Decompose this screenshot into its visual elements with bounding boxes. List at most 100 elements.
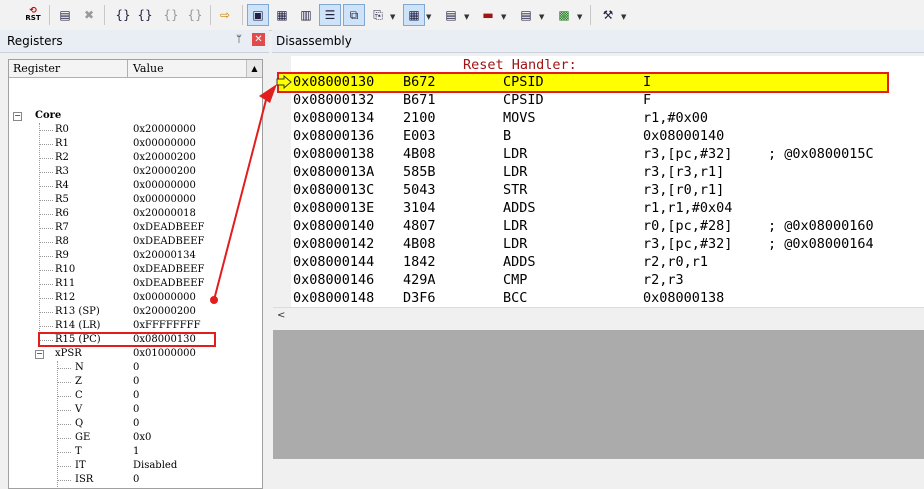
disassembly-line[interactable]: 0x0800013E 3104 ADDS r1,r1,#0x04 [293, 199, 923, 217]
register-row-xpsr[interactable]: − xPSR 0x01000000 [9, 347, 262, 361]
flag-row[interactable]: Q0 [9, 417, 262, 431]
flag-value[interactable]: 0 [133, 389, 139, 403]
step-out-icon[interactable]: {} [160, 4, 182, 26]
register-value[interactable]: 0xFFFFFFFF [133, 319, 201, 333]
register-value[interactable]: 0x20000134 [133, 249, 196, 263]
flag-value[interactable]: 0x0 [133, 431, 151, 445]
chevron-down-icon[interactable]: ▼ [621, 13, 626, 21]
call-stack-window-icon[interactable]: ⧉ [343, 4, 365, 26]
register-row[interactable]: R8 0xDEADBEEF [9, 235, 262, 249]
system-viewer-icon[interactable]: ▩ [553, 4, 575, 26]
register-row[interactable]: R5 0x00000000 [9, 193, 262, 207]
serial-window-icon[interactable]: ▤ [440, 4, 462, 26]
registers-window-icon[interactable]: ☰ [319, 4, 341, 26]
flag-value[interactable]: 0 [133, 403, 139, 417]
disassembly-line[interactable]: 0x08000134 2100 MOVS r1,#0x00 [293, 109, 923, 127]
command-window-icon[interactable]: ▣ [247, 4, 269, 26]
flag-value[interactable]: 0 [133, 417, 139, 431]
registers-tree[interactable]: Register Value ▲ − Core R0 0x20000000 R1 0x00… [8, 59, 263, 489]
disassembly-line[interactable]: 0x08000130 B672 CPSID I [293, 73, 923, 91]
close-icon[interactable]: ✕ [252, 33, 265, 46]
analysis-window-icon[interactable]: ▬ [477, 4, 499, 26]
flag-value[interactable]: Disabled [133, 459, 177, 473]
show-next-statement-icon[interactable]: ⇨ [214, 4, 236, 26]
disassembly-line[interactable]: 0x08000140 4807 LDR r0,[pc,#28] ; @0x0800016… [293, 217, 923, 235]
register-row[interactable]: R3 0x20000200 [9, 165, 262, 179]
register-row[interactable]: R2 0x20000200 [9, 151, 262, 165]
register-value[interactable]: 0x20000200 [133, 165, 196, 179]
register-value[interactable]: 0x00000000 [133, 193, 196, 207]
register-value[interactable]: 0x20000000 [133, 123, 196, 137]
disassembly-line[interactable]: 0x0800013A 585B LDR r3,[r3,r1] [293, 163, 923, 181]
flag-row[interactable]: Z0 [9, 375, 262, 389]
register-group-core[interactable]: − Core [9, 109, 262, 123]
flag-row[interactable]: IT Disabled [9, 459, 262, 473]
collapse-toggle-icon[interactable]: − [13, 112, 22, 121]
disassembly-line[interactable]: 0x08000142 4B08 LDR r3,[pc,#32] ; @0x0800016… [293, 235, 923, 253]
flag-row[interactable]: C0 [9, 389, 262, 403]
register-row[interactable]: R10 0xDEADBEEF [9, 263, 262, 277]
register-row[interactable]: R0 0x20000000 [9, 123, 262, 137]
disassembly-line[interactable]: 0x08000136 E003 B 0x08000140 [293, 127, 923, 145]
memory-window-icon[interactable]: ▦ [403, 4, 425, 26]
chevron-down-icon[interactable]: ▼ [501, 13, 506, 21]
register-value[interactable]: 0xDEADBEEF [133, 277, 204, 291]
register-row[interactable]: R1 0x00000000 [9, 137, 262, 151]
register-value[interactable]: 0x20000018 [133, 207, 196, 221]
register-value[interactable]: 0x20000200 [133, 305, 196, 319]
chevron-down-icon[interactable]: ▼ [577, 13, 582, 21]
reset-icon[interactable]: ⟲ RST [22, 4, 44, 26]
register-value[interactable]: 0xDEADBEEF [133, 263, 204, 277]
chevron-down-icon[interactable]: ▼ [426, 13, 431, 21]
register-row[interactable]: R14 (LR) 0xFFFFFFFF [9, 319, 262, 333]
disassembly-line[interactable]: 0x08000138 4B08 LDR r3,[pc,#32] ; @0x0800015… [293, 145, 923, 163]
disassembly-window-icon[interactable]: ▦ [271, 4, 293, 26]
disassembly-view[interactable]: Reset Handler: 0x08000130 B672 CPSID I 0x080… [273, 56, 924, 325]
register-row[interactable]: R13 (SP) 0x20000200 [9, 305, 262, 319]
flag-row[interactable]: V0 [9, 403, 262, 417]
pin-icon[interactable]: ᛘ [236, 34, 242, 45]
register-value[interactable]: 0x20000200 [133, 151, 196, 165]
register-value[interactable]: 0x00000000 [133, 179, 196, 193]
register-value[interactable]: 0x01000000 [133, 347, 196, 361]
scroll-up-icon[interactable]: ▲ [246, 60, 262, 77]
register-value[interactable]: 0x00000000 [133, 291, 196, 305]
disassembly-line[interactable]: 0x08000132 B671 CPSID F [293, 91, 923, 109]
register-row[interactable]: R12 0x00000000 [9, 291, 262, 305]
column-value[interactable]: Value [133, 62, 164, 75]
toolbox-icon[interactable]: ⚒ [597, 4, 619, 26]
flag-row[interactable]: ISR 0 [9, 473, 262, 487]
register-row[interactable]: R9 0x20000134 [9, 249, 262, 263]
disassembly-horizontal-scrollbar[interactable]: < [273, 307, 924, 325]
disassembly-line[interactable]: 0x08000146 429A CMP r2,r3 [293, 271, 923, 289]
symbols-window-icon[interactable]: ▥ [295, 4, 317, 26]
flag-row[interactable]: GE 0x0 [9, 431, 262, 445]
run-to-cursor-icon[interactable]: {} [184, 4, 206, 26]
watch-window-icon[interactable]: ⎘ [367, 4, 389, 26]
chevron-down-icon[interactable]: ▼ [464, 13, 469, 21]
chevron-down-icon[interactable]: ▼ [539, 13, 544, 21]
column-register[interactable]: Register [13, 62, 60, 75]
register-row[interactable]: R7 0xDEADBEEF [9, 221, 262, 235]
register-row[interactable]: R11 0xDEADBEEF [9, 277, 262, 291]
flag-value[interactable]: 1 [133, 445, 139, 459]
flag-row[interactable]: N0 [9, 361, 262, 375]
register-value[interactable]: 0xDEADBEEF [133, 221, 204, 235]
flag-value[interactable]: 0 [133, 375, 139, 389]
register-value[interactable]: 0x00000000 [133, 137, 196, 151]
scroll-left-icon[interactable]: < [277, 310, 285, 321]
insert-breakpoint-icon[interactable]: ▤ [54, 4, 76, 26]
step-over-icon[interactable]: {} [134, 4, 156, 26]
disassembly-line[interactable]: 0x08000144 1842 ADDS r2,r0,r1 [293, 253, 923, 271]
register-row[interactable]: R6 0x20000018 [9, 207, 262, 221]
register-value[interactable]: 0xDEADBEEF [133, 235, 204, 249]
disassembly-line[interactable]: 0x08000148 D3F6 BCC 0x08000138 [293, 289, 923, 307]
register-row[interactable]: R4 0x00000000 [9, 179, 262, 193]
collapse-toggle-icon[interactable]: − [35, 350, 44, 359]
step-into-icon[interactable]: {} [112, 4, 134, 26]
flag-row[interactable]: T1 [9, 445, 262, 459]
trace-window-icon[interactable]: ▤ [515, 4, 537, 26]
stop-icon[interactable]: ✖ [78, 4, 100, 26]
flag-value[interactable]: 0 [133, 473, 139, 487]
chevron-down-icon[interactable]: ▼ [390, 13, 395, 21]
